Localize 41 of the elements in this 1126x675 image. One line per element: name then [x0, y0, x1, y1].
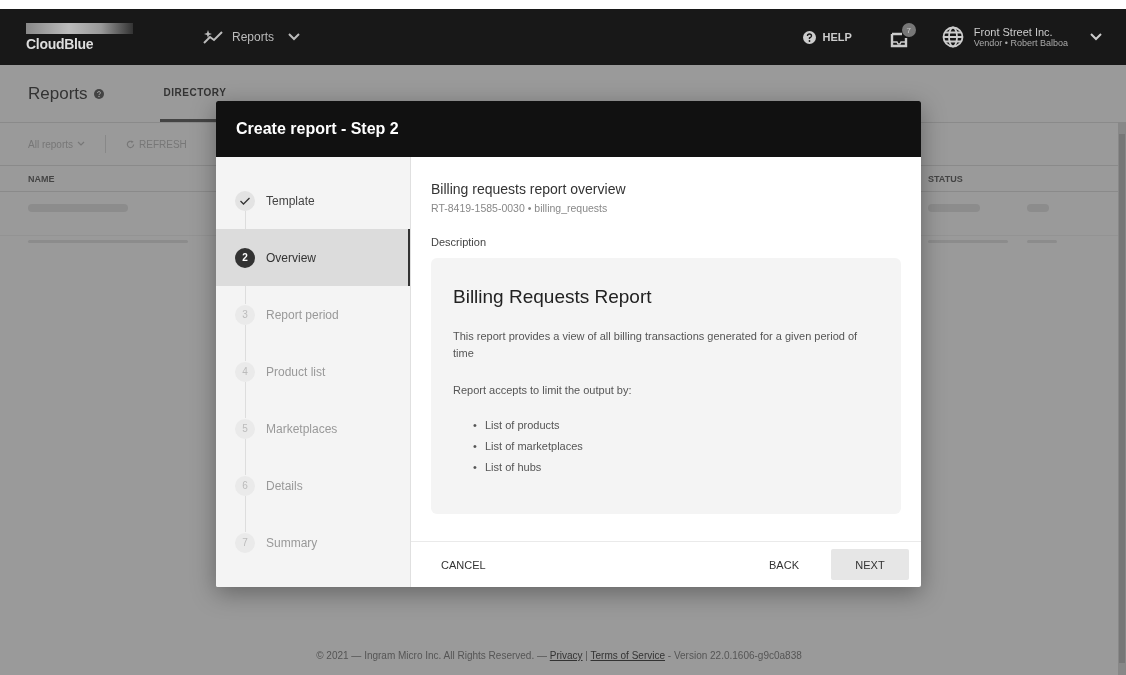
- check-icon: [235, 190, 255, 211]
- footer-text: © 2021 — Ingram Micro Inc. All Rights Reserved. — Privacy | Terms of Service - Version 22.0.1606-g9c0a838: [315, 650, 803, 663]
- card-title: Billing Requests Report: [453, 286, 653, 308]
- list-item: • List of hubs: [473, 460, 543, 475]
- step-item[interactable]: Template: [216, 172, 410, 229]
- dialog-title: Create report - Step 2: [236, 120, 399, 138]
- column-header: STATUS: [928, 173, 963, 184]
- description-paragraph: Report accepts to limit the output by:: [453, 383, 633, 398]
- chevron-down-icon: [288, 33, 301, 41]
- reports-nav-menu[interactable]: Reports: [202, 29, 301, 45]
- next-button[interactable]: NEXT: [831, 549, 909, 580]
- back-button[interactable]: BACK: [755, 550, 813, 579]
- help-button[interactable]: HELP: [803, 30, 852, 44]
- help-icon[interactable]: [93, 88, 104, 99]
- step-item[interactable]: 2 Overview: [216, 229, 410, 286]
- loading-placeholder: [928, 204, 980, 212]
- section-label: Description: [431, 236, 488, 248]
- account-menu[interactable]: Front Street Inc. Vendor • Robert Balboa: [941, 26, 1102, 48]
- list-item: • List of marketplaces: [473, 439, 584, 454]
- description-paragraph: This report provides a view of all billing transactions generated for a given period of time: [453, 329, 859, 361]
- sparkle-chart-icon: [202, 29, 224, 45]
- privacy-link[interactable]: Privacy: [549, 650, 583, 661]
- help-icon: [803, 30, 817, 44]
- chevron-down-icon: [77, 141, 85, 147]
- cancel-button[interactable]: CANCEL: [441, 550, 500, 579]
- refresh-icon: [126, 139, 135, 149]
- column-header: NAME: [28, 173, 55, 184]
- account-role: Vendor • Robert Balboa: [973, 38, 1068, 48]
- account-name: Front Street Inc.: [973, 26, 1054, 38]
- page-title: Reports: [28, 83, 88, 104]
- list-item: • List of products: [473, 418, 561, 433]
- inbox-icon: [889, 30, 908, 48]
- logo[interactable]: CloudBlue: [26, 22, 136, 52]
- terms-link[interactable]: Terms of Service: [590, 650, 665, 661]
- chevron-down-icon: [1090, 33, 1102, 41]
- report-id: RT-8419-1585-0030 • billing_requests: [431, 202, 609, 214]
- globe-icon: [941, 26, 964, 48]
- notification-count-badge: 7: [901, 23, 916, 37]
- scrollbar[interactable]: [1118, 122, 1126, 675]
- overview-heading: Billing requests report overview: [431, 181, 627, 197]
- step-number: 2: [235, 247, 255, 268]
